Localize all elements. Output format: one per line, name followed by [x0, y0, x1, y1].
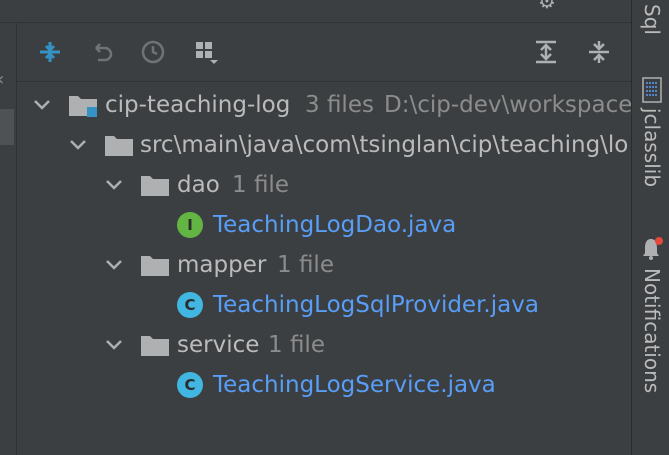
- collapse-all-icon[interactable]: [583, 36, 615, 68]
- jclasslib-icon: [642, 77, 662, 103]
- right-tool-window-bar: Sql jclasslib Notifications: [631, 0, 669, 455]
- expand-all-icon[interactable]: [530, 36, 562, 68]
- undo-icon[interactable]: [86, 36, 118, 68]
- chevron-down-icon[interactable]: [68, 135, 88, 155]
- file-label: TeachingLogSqlProvider.java: [213, 292, 539, 318]
- folder-label: service: [177, 332, 260, 358]
- history-icon[interactable]: [137, 36, 169, 68]
- root-path: D:\cip-dev\workspace: [384, 92, 631, 118]
- chevron-down-icon[interactable]: [104, 335, 124, 355]
- class-icon: C: [177, 372, 203, 398]
- module-folder-icon: [69, 96, 97, 117]
- folder-icon: [141, 176, 169, 196]
- chevron-down-icon[interactable]: [104, 255, 124, 275]
- folder-icon: [105, 136, 133, 156]
- left-tool-strip: ‹: [0, 23, 17, 455]
- gear-icon[interactable]: ⚙: [538, 0, 562, 11]
- notification-bell-icon: [643, 237, 663, 260]
- chevron-down-icon[interactable]: [104, 175, 124, 195]
- folder-label: mapper: [177, 252, 267, 278]
- root-label: cip-teaching-log: [105, 92, 291, 118]
- chevron-left-icon[interactable]: ‹: [0, 69, 4, 90]
- file-label: TeachingLogDao.java: [213, 212, 457, 238]
- package-label: src\main\java\com\tsinglan\cip\teaching\…: [140, 132, 629, 158]
- folder-label: dao: [177, 172, 220, 198]
- notifications-tool-button[interactable]: Notifications: [640, 268, 664, 393]
- changes-tree: cip-teaching-log 3 files D:\cip-dev\work…: [17, 82, 631, 455]
- interface-icon: I: [177, 212, 203, 238]
- expand-collapse-icon[interactable]: [34, 36, 66, 68]
- folder-icon: [141, 336, 169, 356]
- group-by-icon[interactable]: [190, 36, 222, 68]
- chevron-down-icon[interactable]: [32, 95, 52, 115]
- folder-count: 1 file: [268, 332, 325, 358]
- file-label: TeachingLogService.java: [213, 372, 496, 398]
- left-scroll-thumb[interactable]: [0, 109, 14, 145]
- root-count: 3 files: [305, 92, 374, 118]
- changes-toolbar: [17, 23, 631, 82]
- class-icon: C: [177, 292, 203, 318]
- jclasslib-tool-button[interactable]: jclasslib: [640, 108, 664, 187]
- folder-count: 1 file: [277, 252, 334, 278]
- top-bar: ⚙: [0, 0, 631, 23]
- sql-tool-button[interactable]: Sql: [640, 4, 664, 35]
- folder-count: 1 file: [232, 172, 289, 198]
- folder-icon: [141, 256, 169, 276]
